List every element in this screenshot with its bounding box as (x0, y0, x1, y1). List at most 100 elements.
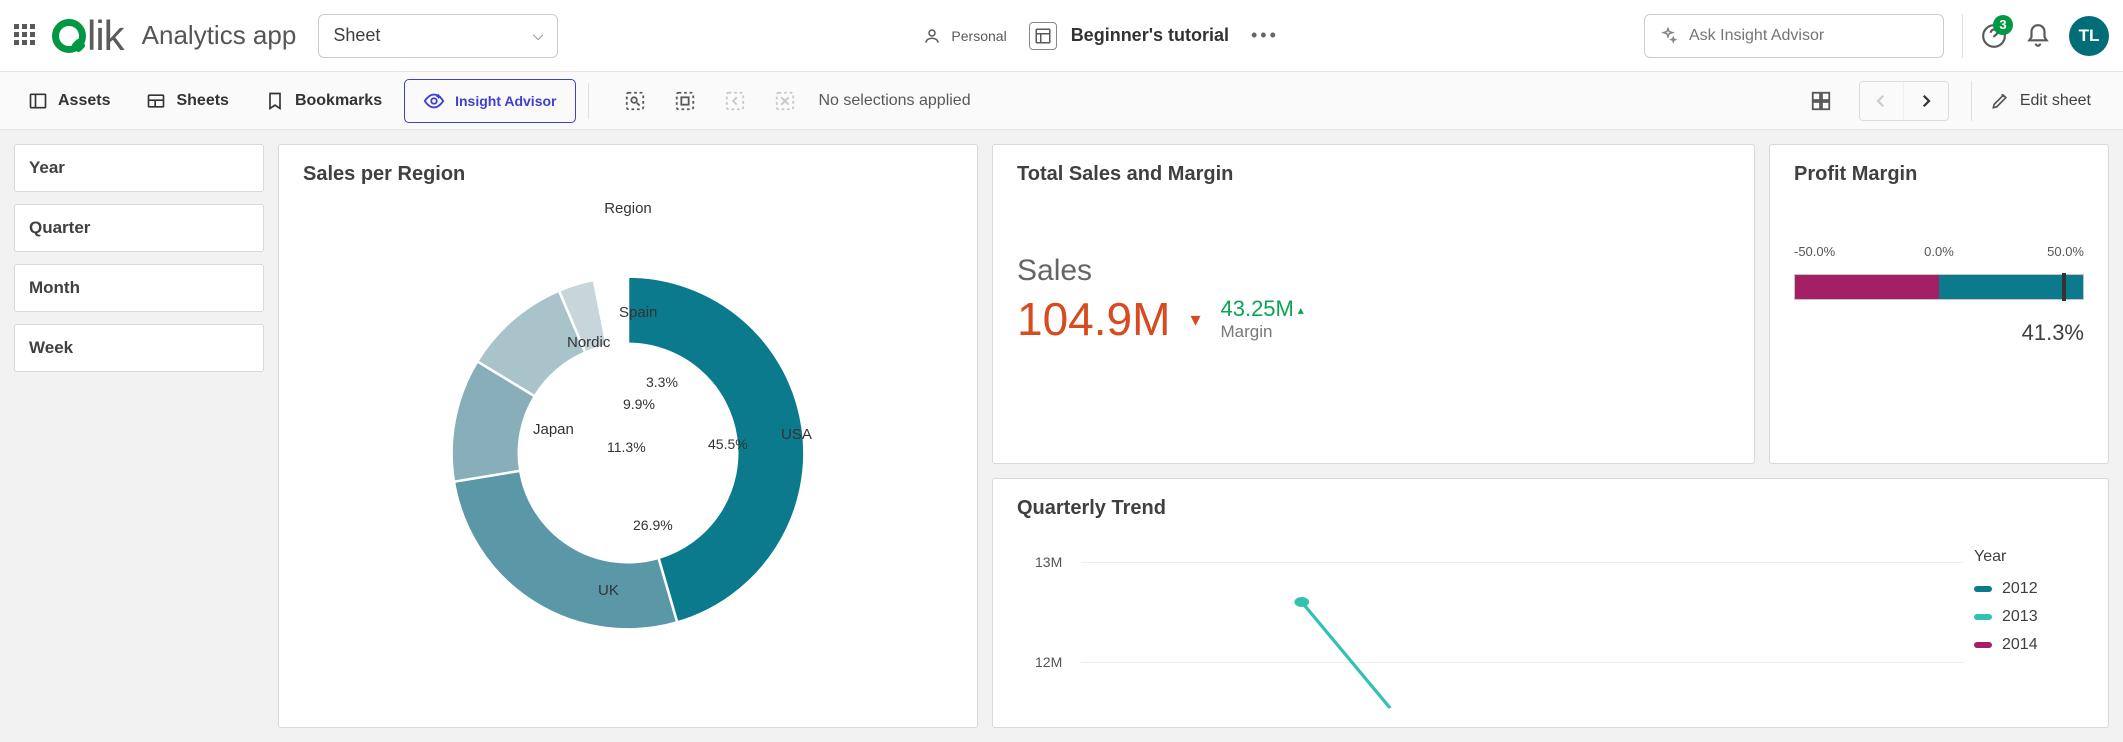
kpi-label: Sales (1017, 254, 1730, 288)
right-column: Total Sales and Margin Sales 104.9M ▾ 43… (992, 144, 2109, 728)
workbook-name: Beginner's tutorial (1071, 25, 1229, 46)
ask-input[interactable] (1689, 27, 1929, 45)
sheet-nav (1859, 81, 1949, 121)
filter-year[interactable]: Year (14, 144, 264, 192)
bookmark-icon (265, 91, 285, 111)
pencil-icon (1990, 91, 2010, 111)
panel-icon (28, 91, 48, 111)
donut-label-usa: USA (781, 426, 812, 443)
pm-tick-left: -50.0% (1794, 244, 1835, 259)
donut-pct-nordic: 9.9% (623, 396, 655, 412)
donut-label-nordic: Nordic (567, 334, 610, 351)
prev-sheet-button (1860, 82, 1904, 120)
sheet-selector-label: Sheet (333, 25, 380, 46)
insight-eye-icon (423, 90, 445, 112)
chart-title: Sales per Region (303, 163, 953, 186)
divider (588, 83, 589, 119)
assets-label: Assets (58, 92, 110, 110)
bell-icon[interactable] (2025, 23, 2051, 49)
trend-chart[interactable]: 13M 12M (1017, 530, 1974, 710)
kpi-secondary-arrow-icon: ▴ (1298, 303, 1304, 317)
bookmarks-label: Bookmarks (295, 92, 382, 110)
pm-tick-right: 50.0% (2047, 244, 2084, 259)
kpi-down-arrow-icon: ▾ (1190, 307, 1200, 332)
donut-body: Region USA 45.5% UK 26.9% Japan 11.3% No… (303, 196, 953, 710)
profit-margin-value: 41.3% (1794, 320, 2084, 346)
avatar[interactable]: TL (2069, 16, 2109, 56)
filter-week[interactable]: Week (14, 324, 264, 372)
next-sheet-button[interactable] (1904, 82, 1948, 120)
profit-margin-bar (1794, 274, 2084, 300)
donut-pct-usa: 45.5% (708, 436, 748, 452)
canvas: Year Quarter Month Week Sales per Region… (0, 130, 2123, 742)
donut-label-uk: UK (598, 582, 619, 599)
kpi-secondary-label: Margin (1220, 322, 1303, 342)
bookmarks-button[interactable]: Bookmarks (251, 83, 396, 119)
step-back-icon (715, 82, 755, 120)
profit-margin-title: Profit Margin (1794, 163, 2084, 186)
chevron-down-icon: ⌵ (533, 27, 544, 44)
trend-ytick-1: 12M (1035, 654, 1062, 670)
sub-bar: Assets Sheets Bookmarks Insight Advisor … (0, 72, 2123, 130)
kpi-card[interactable]: Total Sales and Margin Sales 104.9M ▾ 43… (992, 144, 1755, 464)
more-menu-icon[interactable]: ••• (1251, 25, 1279, 46)
quarterly-trend-card[interactable]: Quarterly Trend 13M 12M Year 2012 2013 (992, 478, 2109, 728)
filter-pane: Year Quarter Month Week (14, 144, 264, 728)
selection-tools (615, 82, 805, 120)
trend-legend-item-2014[interactable]: 2014 (1974, 636, 2084, 654)
insight-advisor-label: Insight Advisor (455, 93, 556, 109)
sheet-selector[interactable]: Sheet ⌵ (318, 14, 558, 58)
kpi-title: Total Sales and Margin (1017, 163, 1730, 186)
profit-margin-card[interactable]: Profit Margin -50.0% 0.0% 50.0% 41.3% (1769, 144, 2109, 464)
topbar-center: Personal Beginner's tutorial ••• (572, 22, 1630, 50)
trend-legend-title: Year (1974, 548, 2084, 566)
sheets-button[interactable]: Sheets (132, 83, 242, 119)
app-launcher-icon[interactable] (14, 24, 38, 48)
space-label: Personal (951, 28, 1006, 44)
donut-label-spain: Spain (619, 304, 657, 321)
trend-legend-item-2012[interactable]: 2012 (1974, 580, 2084, 598)
grid-view-icon[interactable] (1801, 82, 1841, 120)
kpi-secondary-value: 43.25M (1220, 296, 1293, 321)
top-bar: lik Analytics app Sheet ⌵ Personal Begin… (0, 0, 2123, 72)
trend-line-svg (1081, 530, 1964, 710)
workbook-indicator[interactable]: Beginner's tutorial (1029, 22, 1229, 50)
notification-badge: 3 (1993, 15, 2013, 35)
no-selections-text: No selections applied (819, 92, 971, 110)
right-top-row: Total Sales and Margin Sales 104.9M ▾ 43… (992, 144, 2109, 464)
profit-margin-axis: -50.0% 0.0% 50.0% (1794, 244, 2084, 268)
edit-sheet-button[interactable]: Edit sheet (1971, 81, 2109, 121)
filter-month[interactable]: Month (14, 264, 264, 312)
donut-pct-spain: 3.3% (646, 374, 678, 390)
sheet-grid-icon (1029, 22, 1057, 50)
filter-quarter[interactable]: Quarter (14, 204, 264, 252)
sheets-icon (146, 91, 166, 111)
trend-ytick-0: 13M (1035, 554, 1062, 570)
ask-insight-advisor[interactable] (1644, 14, 1944, 58)
qlik-logo-icon (52, 19, 86, 53)
donut-pct-uk: 26.9% (633, 517, 673, 533)
space-indicator[interactable]: Personal (923, 27, 1006, 45)
person-icon (923, 27, 941, 45)
pm-tick-mid: 0.0% (1924, 244, 1954, 259)
sparkle-icon (1659, 27, 1677, 45)
divider (1962, 14, 1963, 58)
trend-legend-item-2013[interactable]: 2013 (1974, 608, 2084, 626)
sales-per-region-card[interactable]: Sales per Region Region USA 45.5% UK 26.… (278, 144, 978, 728)
topbar-right: 3 TL (1644, 14, 2109, 58)
selections-tool-icon[interactable] (665, 82, 705, 120)
qlik-logo[interactable]: lik (52, 12, 124, 60)
sheets-label: Sheets (176, 92, 228, 110)
kpi-value: 104.9M (1017, 292, 1170, 346)
edit-sheet-label: Edit sheet (2020, 92, 2091, 110)
trend-legend: Year 2012 2013 2014 (1974, 530, 2084, 710)
app-name: Analytics app (142, 20, 297, 51)
assets-button[interactable]: Assets (14, 83, 124, 119)
trend-title: Quarterly Trend (1017, 497, 2084, 520)
smart-search-icon[interactable] (615, 82, 655, 120)
help-icon[interactable]: 3 (1981, 23, 2007, 49)
donut-label-japan: Japan (533, 421, 574, 438)
clear-selections-icon (765, 82, 805, 120)
insight-advisor-button[interactable]: Insight Advisor (404, 79, 575, 123)
donut-pct-japan: 11.3% (607, 439, 646, 455)
